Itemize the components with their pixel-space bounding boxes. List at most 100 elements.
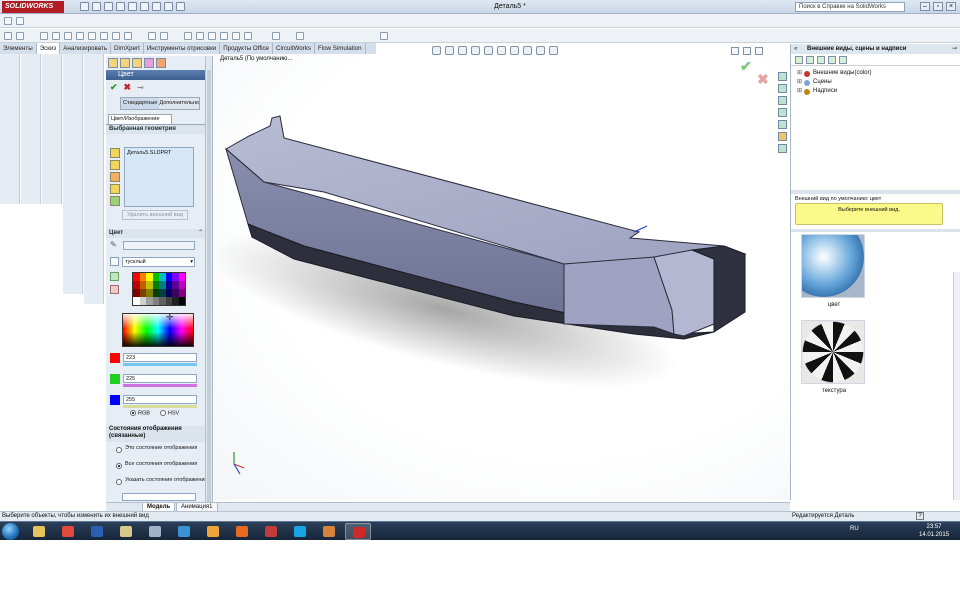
appearances-tab-icon[interactable] xyxy=(778,132,787,141)
hsv-radio[interactable]: HSV xyxy=(159,410,179,416)
pin-icon[interactable]: ⊸ xyxy=(137,83,144,92)
part-model-3d[interactable] xyxy=(214,54,790,500)
selected-geometry-list[interactable]: Деталь5.SLDPRT xyxy=(124,147,194,207)
display-tab-icon[interactable] xyxy=(156,58,166,68)
arc-icon[interactable] xyxy=(76,32,84,40)
trim-icon[interactable] xyxy=(184,32,192,40)
command-tab[interactable]: Flow Simulation xyxy=(315,43,366,54)
filter-component-icon[interactable] xyxy=(110,196,120,206)
home-icon[interactable] xyxy=(795,56,803,64)
scroll-thumb[interactable] xyxy=(207,70,211,510)
taskbar-app-app-red[interactable] xyxy=(258,523,284,540)
taskbar-app-ie[interactable] xyxy=(171,523,197,540)
filter-part-icon[interactable] xyxy=(110,148,120,158)
print-icon[interactable] xyxy=(116,2,125,11)
display-state-option-specify[interactable]: Указать состояние отображения xyxy=(116,477,208,485)
save-icon[interactable] xyxy=(104,2,113,11)
taskbar-app-calculator[interactable] xyxy=(142,523,168,540)
close-icon[interactable]: × xyxy=(946,2,956,11)
display-states-title[interactable]: Состояния отображения (связанные) xyxy=(106,426,206,442)
resources-tab-icon[interactable] xyxy=(778,72,787,81)
rebuild-icon[interactable] xyxy=(152,2,161,11)
sketch-icon[interactable] xyxy=(4,32,12,40)
dimxpert-tab-icon[interactable] xyxy=(144,58,154,68)
add-folder-icon[interactable] xyxy=(806,56,814,64)
tool-icon[interactable] xyxy=(16,17,24,25)
command-tab[interactable]: Эскиз xyxy=(36,43,61,54)
feature-tree-tab-icon[interactable] xyxy=(108,58,118,68)
task-pane-scrollbar[interactable] xyxy=(953,272,960,500)
collapse-icon[interactable]: ⌃ xyxy=(198,229,203,238)
offset-icon[interactable] xyxy=(208,32,216,40)
tree-item[interactable]: ⊞ Надписи xyxy=(797,87,954,96)
list-view-icon[interactable] xyxy=(839,56,847,64)
expand-icon[interactable]: ⊞ xyxy=(797,69,802,78)
command-tab[interactable]: CircuitWorks xyxy=(273,43,315,54)
command-tab[interactable]: Элементы xyxy=(0,43,37,54)
clock[interactable]: 23:57 14.01.2015 xyxy=(919,523,949,539)
minimize-icon[interactable]: – xyxy=(920,2,930,11)
taskbar-app-firefox[interactable] xyxy=(229,523,255,540)
refresh-icon[interactable] xyxy=(817,56,825,64)
back-forward-icon[interactable]: « xyxy=(794,44,797,54)
expand-icon[interactable]: ⊞ xyxy=(797,87,802,96)
new-file-icon[interactable] xyxy=(80,2,89,11)
text-icon[interactable] xyxy=(160,32,168,40)
color-swatch[interactable] xyxy=(178,273,185,281)
blue-slider[interactable] xyxy=(123,405,197,408)
repair-icon[interactable] xyxy=(296,32,304,40)
tree-item[interactable]: ⊞ Сцены xyxy=(797,78,954,87)
spline-icon[interactable] xyxy=(100,32,108,40)
mirror-icon[interactable] xyxy=(220,32,228,40)
convert-icon[interactable] xyxy=(196,32,204,40)
color-group-title[interactable]: Цвет ⌃ xyxy=(106,229,206,238)
add-swatch-icon[interactable] xyxy=(110,272,119,281)
color-swatch[interactable] xyxy=(178,297,185,305)
display-state-option-this[interactable]: Это состояние отображения xyxy=(116,445,197,453)
slot-icon[interactable] xyxy=(52,32,60,40)
expand-icon[interactable]: ⊞ xyxy=(797,78,802,87)
red-value-field[interactable]: 223 xyxy=(123,353,197,362)
solidworks-logo[interactable]: SOLIDWORKS xyxy=(2,1,64,13)
appearance-thumbnail-color[interactable]: цвет xyxy=(801,234,867,308)
red-slider[interactable] xyxy=(123,363,197,366)
standard-mode-button[interactable]: Стандартные xyxy=(121,98,160,109)
advanced-mode-button[interactable]: Дополнительно xyxy=(159,98,199,109)
circle-icon[interactable] xyxy=(64,32,72,40)
search-tab-icon[interactable] xyxy=(778,108,787,117)
color-image-tab[interactable]: Цвет/Изображение xyxy=(108,114,172,124)
relations-icon[interactable] xyxy=(272,32,280,40)
design-library-tab-icon[interactable] xyxy=(778,84,787,93)
tool-icon[interactable] xyxy=(4,17,12,25)
selected-geometry-title[interactable]: Выбранная геометрия ⌃ xyxy=(106,125,212,134)
rgb-radio[interactable]: RGB xyxy=(130,410,150,416)
remove-appearance-button[interactable]: Удалить внешний вид xyxy=(122,210,188,220)
rectangle-icon[interactable] xyxy=(40,32,48,40)
file-explorer-tab-icon[interactable] xyxy=(778,96,787,105)
taskbar-app-word[interactable] xyxy=(84,523,110,540)
restore-icon[interactable]: ▫ xyxy=(933,2,943,11)
tree-item[interactable]: ⊞ Внешние виды(color) xyxy=(797,69,954,78)
pin-icon[interactable]: ⊸ xyxy=(952,44,957,54)
color-swatch[interactable] xyxy=(178,289,185,297)
filter-face-icon[interactable] xyxy=(110,160,120,170)
line-icon[interactable] xyxy=(16,32,24,40)
options-icon[interactable] xyxy=(176,2,185,11)
color-preview-field[interactable] xyxy=(123,241,195,250)
blue-value-field[interactable]: 255 xyxy=(123,395,197,404)
command-tab[interactable]: Инструменты отрисовки xyxy=(144,43,221,54)
taskbar-app-media[interactable] xyxy=(200,523,226,540)
thumbnail-icon[interactable] xyxy=(828,56,836,64)
property-manager-scrollbar[interactable] xyxy=(205,56,212,510)
color-swatch[interactable] xyxy=(178,281,185,289)
select-icon[interactable] xyxy=(140,2,149,11)
status-help-icon[interactable]: ? xyxy=(916,512,924,520)
ok-icon[interactable]: ✔ xyxy=(110,82,118,93)
taskbar-app-solidworks[interactable] xyxy=(345,523,371,540)
display-state-list[interactable] xyxy=(122,493,196,501)
color-spectrum[interactable] xyxy=(122,313,194,347)
help-search-input[interactable]: Поиск в Справке на SolidWorks xyxy=(795,2,905,12)
pattern-icon[interactable] xyxy=(244,32,252,40)
start-button[interactable] xyxy=(2,523,19,540)
cancel-icon[interactable]: ✖ xyxy=(124,82,132,93)
